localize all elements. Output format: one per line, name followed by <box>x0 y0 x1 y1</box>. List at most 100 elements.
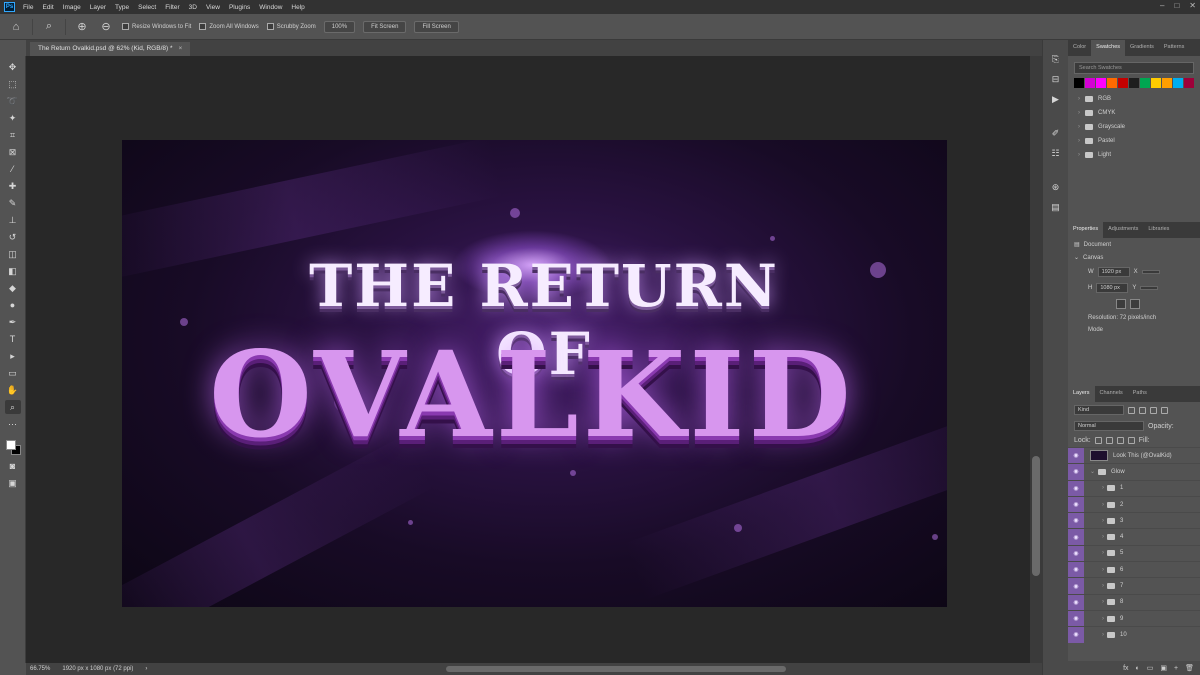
artwork-canvas[interactable]: THE RETURN OF OVALKID <box>122 140 947 607</box>
tab-adjustments[interactable]: Adjustments <box>1103 222 1143 238</box>
landscape-button[interactable] <box>1130 299 1140 309</box>
history-brush-tool-icon[interactable]: ↺ <box>5 230 21 244</box>
tab-patterns[interactable]: Patterns <box>1159 40 1189 56</box>
menu-3d[interactable]: 3D <box>189 4 197 11</box>
vertical-scrollbar[interactable] <box>1030 56 1042 663</box>
color-swatches[interactable] <box>4 438 22 456</box>
canvas-area[interactable]: THE RETURN OF OVALKID <box>26 56 1030 663</box>
zoom-100-button[interactable]: 100% <box>323 20 356 33</box>
lock-transparent-icon[interactable] <box>1094 437 1102 444</box>
brush-tool-icon[interactable]: ✎ <box>5 196 21 210</box>
chevron-right-icon[interactable]: › <box>1078 96 1080 102</box>
foreground-color-swatch[interactable] <box>5 440 16 450</box>
minimize-button[interactable]: – <box>1160 1 1164 10</box>
swatch[interactable] <box>1140 78 1150 88</box>
filter-pixel-icon[interactable] <box>1128 406 1135 414</box>
tab-swatches[interactable]: Swatches <box>1091 40 1126 56</box>
hand-tool-icon[interactable]: ✋ <box>5 383 21 397</box>
swatches-search-input[interactable]: Search Swatches <box>1074 62 1194 74</box>
menu-help[interactable]: Help <box>291 4 304 11</box>
document-tab[interactable]: The Return Ovalkid.psd @ 62% (Kid, RGB/8… <box>30 42 191 56</box>
layer-group-row[interactable]: ◉ › 5 <box>1068 544 1200 562</box>
eye-icon[interactable]: ◉ <box>1068 578 1084 594</box>
swatch[interactable] <box>1096 78 1106 88</box>
swatch[interactable] <box>1173 78 1183 88</box>
marquee-tool-icon[interactable]: ⬚ <box>5 77 21 91</box>
y-field[interactable] <box>1140 286 1159 290</box>
vertical-scroll-thumb[interactable] <box>1032 456 1040 576</box>
layer-group-row[interactable]: ◉ › 8 <box>1068 593 1200 610</box>
home-icon[interactable]: ⌂ <box>8 19 24 35</box>
crop-tool-icon[interactable]: ⌗ <box>5 128 21 142</box>
chevron-right-icon[interactable]: › <box>1102 567 1104 573</box>
swatch[interactable] <box>1074 78 1084 88</box>
checkbox-box[interactable] <box>199 23 207 30</box>
x-field[interactable] <box>1141 270 1160 274</box>
eye-icon[interactable]: ◉ <box>1068 513 1084 529</box>
screen-mode-icon[interactable]: ▣ <box>5 476 21 490</box>
zoom-in-icon[interactable]: ⊕ <box>74 19 90 35</box>
chevron-right-icon[interactable]: › <box>1102 518 1104 524</box>
chevron-right-icon[interactable]: › <box>1102 502 1104 508</box>
swatch[interactable] <box>1085 78 1095 88</box>
swatch[interactable] <box>1162 78 1172 88</box>
fit-screen-button[interactable]: Fit Screen <box>363 20 407 33</box>
clone-source-icon[interactable]: ⊛ <box>1049 180 1063 194</box>
menu-file[interactable]: File <box>23 4 33 11</box>
chevron-right-icon[interactable]: › <box>1078 152 1080 158</box>
zoom-level[interactable]: 66.75% <box>30 666 50 672</box>
magic-wand-tool-icon[interactable]: ✦ <box>5 111 21 125</box>
tab-libraries[interactable]: Libraries <box>1143 222 1174 238</box>
healing-brush-tool-icon[interactable]: ✚ <box>5 179 21 193</box>
layer-group-row[interactable]: ◉ › 3 <box>1068 512 1200 529</box>
quick-mask-icon[interactable]: ◙ <box>5 459 21 473</box>
add-mask-icon[interactable]: ▭ <box>1147 664 1154 672</box>
portrait-button[interactable] <box>1116 299 1126 309</box>
lock-image-icon[interactable] <box>1105 437 1113 444</box>
layer-group-row[interactable]: ◉ ⌄ Glow <box>1068 463 1200 480</box>
chevron-right-icon[interactable]: › <box>1102 550 1104 556</box>
menu-layer[interactable]: Layer <box>90 4 106 11</box>
menu-plugins[interactable]: Plugins <box>229 4 250 11</box>
swatch-folder[interactable]: › Light <box>1068 148 1200 162</box>
eye-icon[interactable]: ◉ <box>1068 627 1084 643</box>
tab-color[interactable]: Color <box>1068 40 1091 56</box>
canvas-section[interactable]: ⌄ Canvas <box>1068 251 1200 264</box>
menu-window[interactable]: Window <box>259 4 282 11</box>
eye-icon[interactable]: ◉ <box>1068 545 1084 562</box>
layer-group-row[interactable]: ◉ › 2 <box>1068 495 1200 513</box>
filter-adjustment-icon[interactable] <box>1139 406 1146 414</box>
horizontal-scroll-thumb[interactable] <box>446 666 786 672</box>
lock-position-icon[interactable] <box>1116 437 1124 444</box>
chevron-right-icon[interactable]: › <box>1102 632 1104 638</box>
menu-select[interactable]: Select <box>138 4 156 11</box>
checkbox-box[interactable] <box>122 23 129 30</box>
layer-group-row[interactable]: ◉ › 7 <box>1068 577 1200 594</box>
chevron-right-icon[interactable]: › <box>1102 616 1104 622</box>
layer-group-row[interactable]: ◉ › 4 <box>1068 528 1200 545</box>
play-actions-icon[interactable]: ▶ <box>1049 92 1063 106</box>
menu-edit[interactable]: Edit <box>42 4 53 11</box>
eyedropper-tool-icon[interactable]: ⁄ <box>5 162 21 176</box>
width-field[interactable]: 1920 px <box>1097 267 1130 277</box>
chevron-right-icon[interactable]: › <box>1078 110 1080 116</box>
swatch-folder[interactable]: › CMYK <box>1068 106 1200 120</box>
type-tool-icon[interactable]: T <box>5 332 21 346</box>
menu-type[interactable]: Type <box>115 4 129 11</box>
resize-windows-checkbox[interactable]: Resize Windows to Fit <box>122 23 191 30</box>
chevron-right-icon[interactable]: › <box>1102 583 1104 589</box>
swatch[interactable] <box>1184 78 1194 88</box>
new-group-icon[interactable]: ▣ <box>1160 664 1167 672</box>
lasso-tool-icon[interactable]: ➰ <box>5 94 21 108</box>
tab-paths[interactable]: Paths <box>1128 386 1152 402</box>
paint-bucket-tool-icon[interactable]: ◧ <box>5 264 21 278</box>
blur-tool-icon[interactable]: ◆ <box>5 281 21 295</box>
scrubby-zoom-checkbox[interactable]: Scrubby Zoom <box>266 23 316 30</box>
layer-group-row[interactable]: ◉ › 1 <box>1068 479 1200 496</box>
swatch-folder[interactable]: › Pastel <box>1068 134 1200 148</box>
menu-image[interactable]: Image <box>63 4 81 11</box>
info-icon[interactable]: ▤ <box>1049 200 1063 214</box>
trash-icon[interactable]: 🗑 <box>1185 664 1194 672</box>
tool-presets-icon[interactable]: ⊟ <box>1049 72 1063 86</box>
tab-channels[interactable]: Channels <box>1095 386 1128 402</box>
